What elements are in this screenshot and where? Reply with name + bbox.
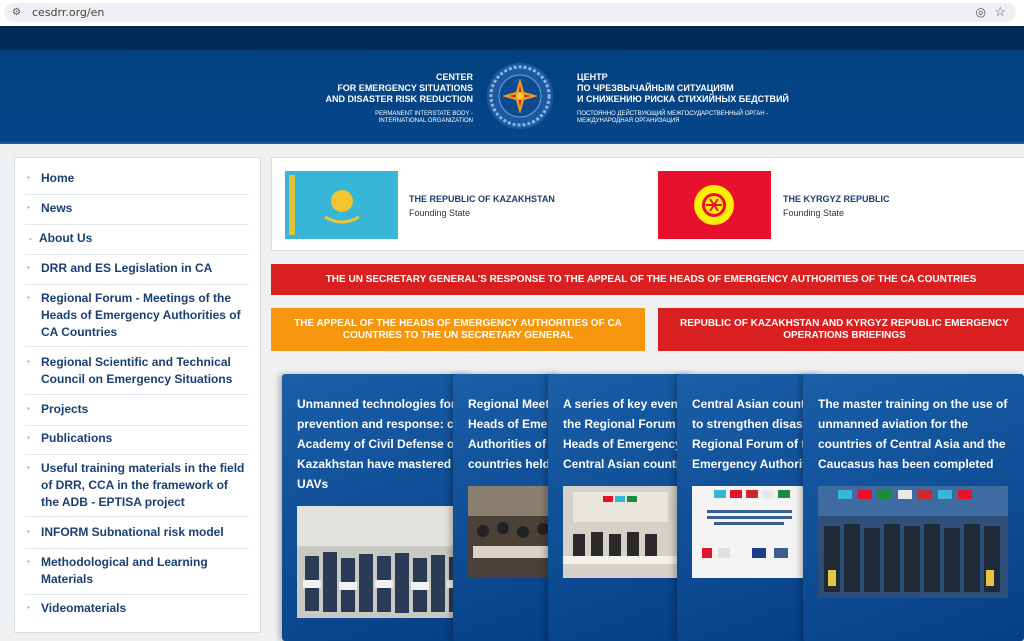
news-card-title[interactable]: Regional Meeti Heads of Emer Authorities…: [468, 394, 558, 474]
sidebar-item-label[interactable]: Regional Scientific and Technical Counci…: [41, 354, 249, 388]
sidebar-item-label[interactable]: Useful training materials in the field o…: [41, 460, 249, 511]
bullet-icon: •: [27, 263, 30, 272]
bullet-icon: •: [27, 433, 30, 442]
sidebar-item-label[interactable]: INFORM Subnational risk model: [41, 524, 249, 541]
news-card[interactable]: A series of key events the Regional Foru…: [548, 374, 693, 641]
eye-off-icon[interactable]: ◎: [976, 5, 986, 19]
site-header: CENTER FOR EMERGENCY SITUATIONS AND DISA…: [0, 50, 1024, 144]
sidebar-item-scientific-council[interactable]: • Regional Scientific and Technical Coun…: [25, 354, 249, 395]
emblem-logo[interactable]: [486, 62, 554, 130]
news-photo[interactable]: [563, 486, 678, 578]
news-card-title[interactable]: A series of key events the Regional Foru…: [563, 394, 689, 474]
bullet-icon: •: [27, 557, 30, 566]
news-card-title[interactable]: Central Asian countr to strengthen disas…: [692, 394, 813, 474]
browser-bar: ⚙ cesdrr.org/en ◎ ☆: [0, 0, 1024, 27]
news-card-title[interactable]: The master training on the use of unmann…: [818, 394, 1007, 474]
sidebar-item-label[interactable]: Home: [41, 170, 249, 187]
sidebar-item-regional-forum[interactable]: • Regional Forum - Meetings of the Heads…: [25, 290, 249, 347]
ru-org-title: ЦЕНТР ПО ЧРЕЗВЫЧАЙНЫМ СИТУАЦИЯМ И СНИЖЕН…: [577, 72, 789, 104]
state-subtitle: Founding State: [783, 208, 845, 218]
bullet-icon: •: [27, 357, 30, 366]
briefings-button-label: REPUBLIC OF KAZAKHSTAN AND KYRGYZ REPUBL…: [680, 317, 1009, 341]
state-name-kazakhstan[interactable]: THE REPUBLIC OF KAZAKHSTAN: [409, 194, 555, 204]
news-card[interactable]: The master training on the use of unmann…: [803, 374, 1024, 641]
bullet-icon: •: [27, 293, 30, 302]
top-strip: [0, 26, 1024, 50]
kyrgyzstan-flag-icon[interactable]: [658, 171, 771, 239]
un-response-banner[interactable]: THE UN SECRETARY GENERAL'S RESPONSE TO T…: [271, 264, 1024, 295]
en-org-subtitle: PERMANENT INTERSTATE BODY - INTERNATIONA…: [375, 111, 473, 124]
bullet-icon: •: [27, 404, 30, 413]
sidebar-item-label[interactable]: DRR and ES Legislation in CA: [41, 260, 249, 277]
news-photo[interactable]: [818, 486, 1008, 598]
news-photo[interactable]: [692, 486, 807, 578]
sidebar-item-label[interactable]: News: [41, 200, 249, 217]
en-org-title: CENTER FOR EMERGENCY SITUATIONS AND DISA…: [325, 72, 473, 104]
sidebar-item-news[interactable]: • News: [25, 200, 249, 225]
sidebar-item-label[interactable]: Projects: [41, 401, 249, 418]
chevron-down-icon[interactable]: ⌄: [27, 233, 34, 242]
appeal-button[interactable]: THE APPEAL OF THE HEADS OF EMERGENCY AUT…: [271, 308, 645, 351]
news-photo[interactable]: [297, 506, 472, 618]
sidebar-item-methodological[interactable]: • Methodological and Learning Materials: [25, 554, 249, 595]
sidebar-item-label[interactable]: Videomaterials: [41, 600, 249, 617]
ru-org-subtitle: ПОСТОЯННО ДЕЙСТВУЮЩИЙ МЕЖГОСУДАРСТВЕННЫЙ…: [577, 111, 769, 124]
site-settings-icon[interactable]: ⚙: [12, 7, 23, 18]
appeal-button-label: THE APPEAL OF THE HEADS OF EMERGENCY AUT…: [294, 317, 622, 341]
sidebar-item-publications[interactable]: • Publications: [25, 430, 249, 455]
founding-states: THE REPUBLIC OF KAZAKHSTAN Founding Stat…: [271, 157, 1024, 251]
bullet-icon: •: [27, 463, 30, 472]
sidebar-item-label[interactable]: About Us: [39, 230, 249, 247]
sidebar-nav: • Home • News ⌄ About Us • DRR and ES Le…: [14, 157, 261, 633]
url-text[interactable]: cesdrr.org/en: [32, 6, 104, 19]
sidebar-item-label[interactable]: Regional Forum - Meetings of the Heads o…: [41, 290, 249, 341]
state-name-kyrgyzstan[interactable]: THE KYRGYZ REPUBLIC: [783, 194, 890, 204]
bookmark-star-icon[interactable]: ☆: [994, 4, 1006, 20]
bullet-icon: •: [27, 173, 30, 182]
sidebar-item-about-us[interactable]: ⌄ About Us: [25, 230, 249, 255]
bullet-icon: •: [27, 527, 30, 536]
sidebar-item-label[interactable]: Publications: [41, 430, 249, 447]
address-bar[interactable]: ⚙ cesdrr.org/en ◎ ☆: [4, 3, 1016, 22]
sidebar-item-training-materials[interactable]: • Useful training materials in the field…: [25, 460, 249, 517]
sidebar-item-label[interactable]: Methodological and Learning Materials: [41, 554, 249, 588]
news-card[interactable]: Regional Meeti Heads of Emer Authorities…: [453, 374, 563, 641]
sidebar-item-projects[interactable]: • Projects: [25, 401, 249, 426]
sidebar-item-legislation[interactable]: • DRR and ES Legislation in CA: [25, 260, 249, 285]
bullet-icon: •: [27, 203, 30, 212]
sidebar-item-inform[interactable]: • INFORM Subnational risk model: [25, 524, 249, 549]
briefings-button[interactable]: REPUBLIC OF KAZAKHSTAN AND KYRGYZ REPUBL…: [658, 308, 1024, 351]
state-subtitle: Founding State: [409, 208, 471, 218]
kazakhstan-flag-icon[interactable]: [285, 171, 398, 239]
sidebar-item-home[interactable]: • Home: [25, 170, 249, 195]
news-card-title[interactable]: Unmanned technologies for d prevention a…: [297, 394, 466, 494]
news-card[interactable]: Unmanned technologies for d prevention a…: [282, 374, 472, 641]
news-card[interactable]: Central Asian countr to strengthen disas…: [677, 374, 822, 641]
sidebar-item-videomaterials[interactable]: • Videomaterials: [25, 600, 249, 622]
bullet-icon: •: [27, 603, 30, 612]
